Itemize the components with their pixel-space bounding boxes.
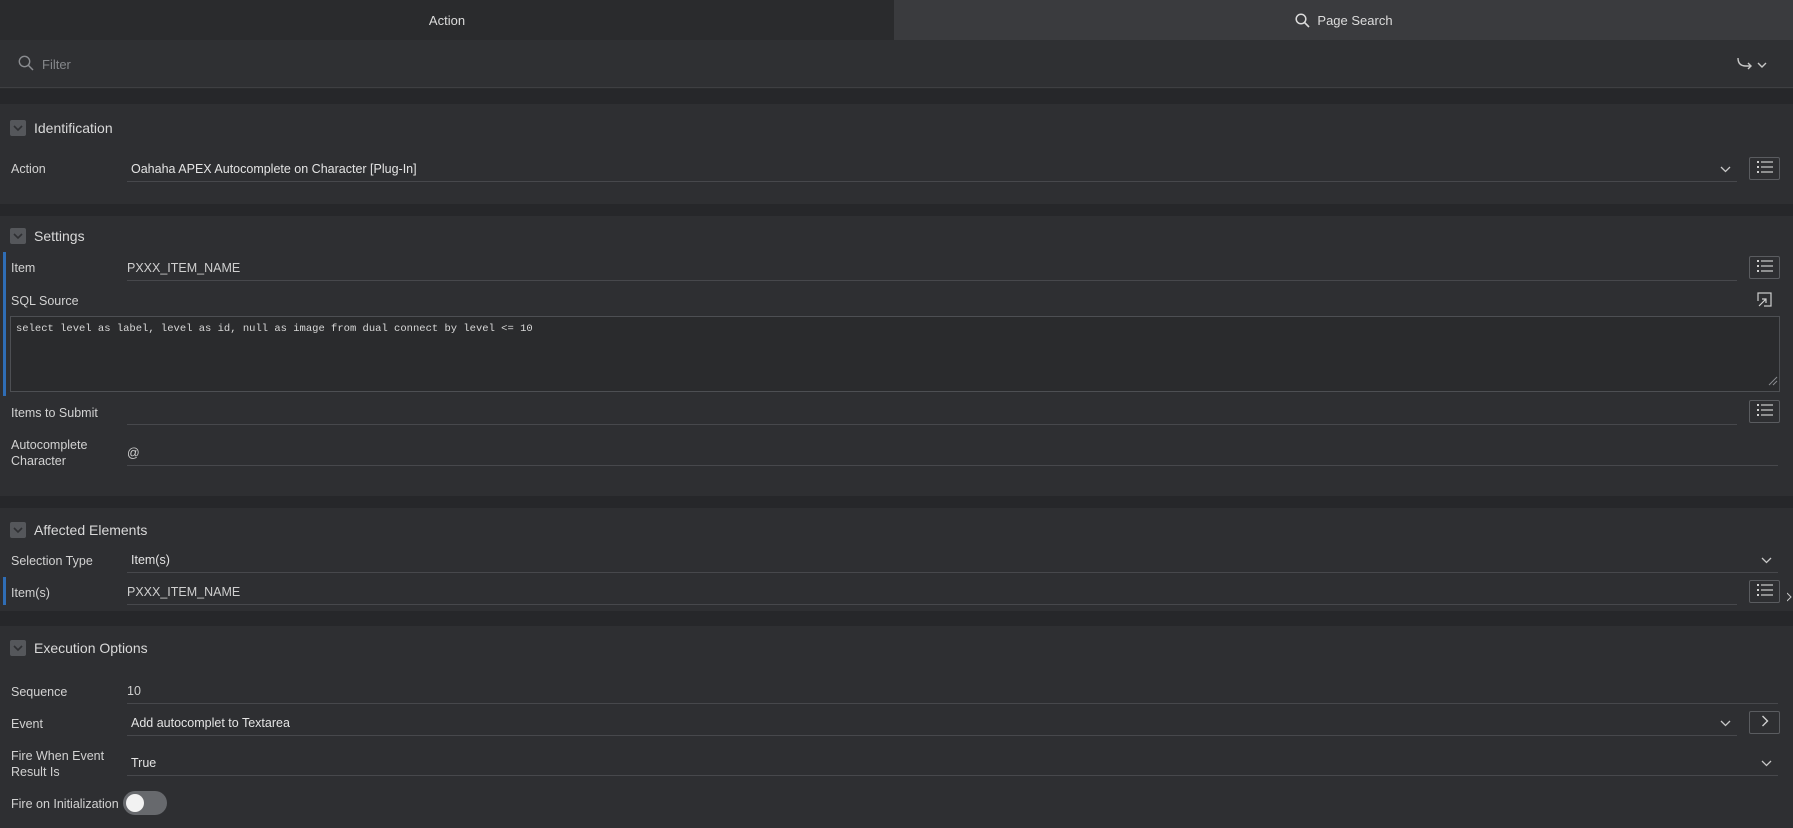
list-icon	[1756, 584, 1773, 599]
list-of-values-button[interactable]	[1749, 157, 1780, 180]
section-title: Affected Elements	[34, 522, 148, 538]
section-header-identification[interactable]: Identification	[10, 115, 113, 141]
tab-page-search-label: Page Search	[1317, 12, 1393, 28]
action-select[interactable]: Oahaha APEX Autocomplete on Character [P…	[127, 156, 1737, 182]
collapse-check-icon	[10, 640, 26, 656]
autocomplete-character-value: @	[127, 445, 140, 460]
fire-when-label-line2: Result Is	[11, 765, 60, 779]
list-of-values-button[interactable]	[1749, 256, 1780, 279]
sequence-field[interactable]: 10	[127, 678, 1778, 704]
fire-on-initialization-label: Fire on Initialization	[11, 797, 119, 811]
search-icon	[18, 55, 34, 74]
section-header-execution-options[interactable]: Execution Options	[10, 635, 148, 661]
event-value: Add autocomplet to Textarea	[131, 715, 290, 730]
chevron-down-icon	[1720, 162, 1731, 176]
list-icon	[1756, 260, 1773, 275]
fire-when-select[interactable]: True	[127, 750, 1778, 776]
action-label: Action	[11, 162, 46, 176]
sequence-label: Sequence	[11, 685, 68, 699]
tab-page-search[interactable]: Page Search	[895, 0, 1793, 40]
resize-handle-icon[interactable]	[1768, 376, 1778, 390]
autocomplete-label-line2: Character	[11, 454, 66, 468]
event-select[interactable]: Add autocomplet to Textarea	[127, 710, 1737, 736]
section-header-settings[interactable]: Settings	[10, 223, 85, 249]
items-to-submit-label: Items to Submit	[11, 406, 98, 420]
autocomplete-character-label: Autocomplete Character	[11, 437, 87, 469]
list-of-values-button[interactable]	[1749, 580, 1780, 603]
tab-action[interactable]: Action	[0, 0, 895, 40]
go-to-event-button[interactable]	[1749, 711, 1780, 734]
collapse-check-icon	[10, 522, 26, 538]
list-icon	[1756, 404, 1773, 419]
selection-type-select[interactable]: Item(s)	[127, 547, 1778, 573]
selection-type-label: Selection Type	[11, 554, 93, 568]
sql-source-textarea[interactable]: select level as label, level as id, null…	[10, 316, 1780, 392]
divider	[0, 611, 1793, 626]
divider	[0, 496, 1793, 508]
toggle-knob	[126, 794, 144, 812]
fire-when-label: Fire When Event Result Is	[11, 748, 104, 780]
search-icon	[1295, 12, 1310, 28]
chevron-down-icon	[1720, 716, 1731, 730]
sql-source-label: SQL Source	[11, 294, 79, 308]
list-icon	[1756, 161, 1773, 176]
affected-items-field[interactable]: PXXX_ITEM_NAME	[127, 579, 1737, 605]
chevron-right-icon	[1761, 715, 1769, 730]
filter-bar	[0, 40, 1793, 88]
affected-items-value: PXXX_ITEM_NAME	[127, 584, 241, 599]
tab-bar: Action Page Search	[0, 0, 1793, 40]
item-label: Item	[11, 261, 36, 275]
chevron-down-icon	[1757, 57, 1767, 72]
items-label: Item(s)	[11, 586, 50, 600]
selection-type-value: Item(s)	[131, 552, 170, 567]
collapse-check-icon	[10, 120, 26, 136]
required-indicator	[3, 252, 6, 396]
sequence-value: 10	[127, 683, 141, 698]
required-indicator	[3, 577, 6, 605]
autocomplete-character-field[interactable]: @	[127, 440, 1778, 466]
collapse-check-icon	[10, 228, 26, 244]
jump-arrow-icon	[1736, 56, 1754, 73]
fire-on-initialization-toggle[interactable]	[123, 791, 167, 815]
section-title: Execution Options	[34, 640, 148, 656]
tab-action-label: Action	[428, 12, 466, 28]
section-identification: Identification Action Oahaha APEX Autoco…	[0, 104, 1793, 204]
filter-input[interactable]	[42, 52, 1242, 76]
chevron-down-icon	[1761, 756, 1772, 770]
section-header-affected-elements[interactable]: Affected Elements	[10, 517, 147, 543]
action-value: Oahaha APEX Autocomplete on Character [P…	[131, 161, 417, 176]
sql-source-value: select level as label, level as id, null…	[16, 323, 533, 335]
autocomplete-label-line1: Autocomplete	[11, 438, 88, 452]
divider	[0, 204, 1793, 216]
section-title: Identification	[34, 120, 113, 136]
event-label: Event	[11, 717, 43, 731]
resize-cursor-icon	[1786, 590, 1792, 604]
fire-when-label-line1: Fire When Event	[11, 749, 105, 763]
expand-editor-icon[interactable]	[1757, 292, 1773, 311]
fire-when-value: True	[131, 755, 157, 770]
items-to-submit-field[interactable]	[127, 399, 1737, 425]
chevron-down-icon	[1761, 553, 1772, 567]
item-field[interactable]: PXXX_ITEM_NAME	[127, 255, 1737, 281]
item-value: PXXX_ITEM_NAME	[127, 260, 241, 275]
go-to-group-button[interactable]	[1736, 54, 1776, 74]
list-of-values-button[interactable]	[1749, 400, 1780, 423]
divider	[0, 89, 1793, 104]
section-title: Settings	[34, 228, 85, 244]
